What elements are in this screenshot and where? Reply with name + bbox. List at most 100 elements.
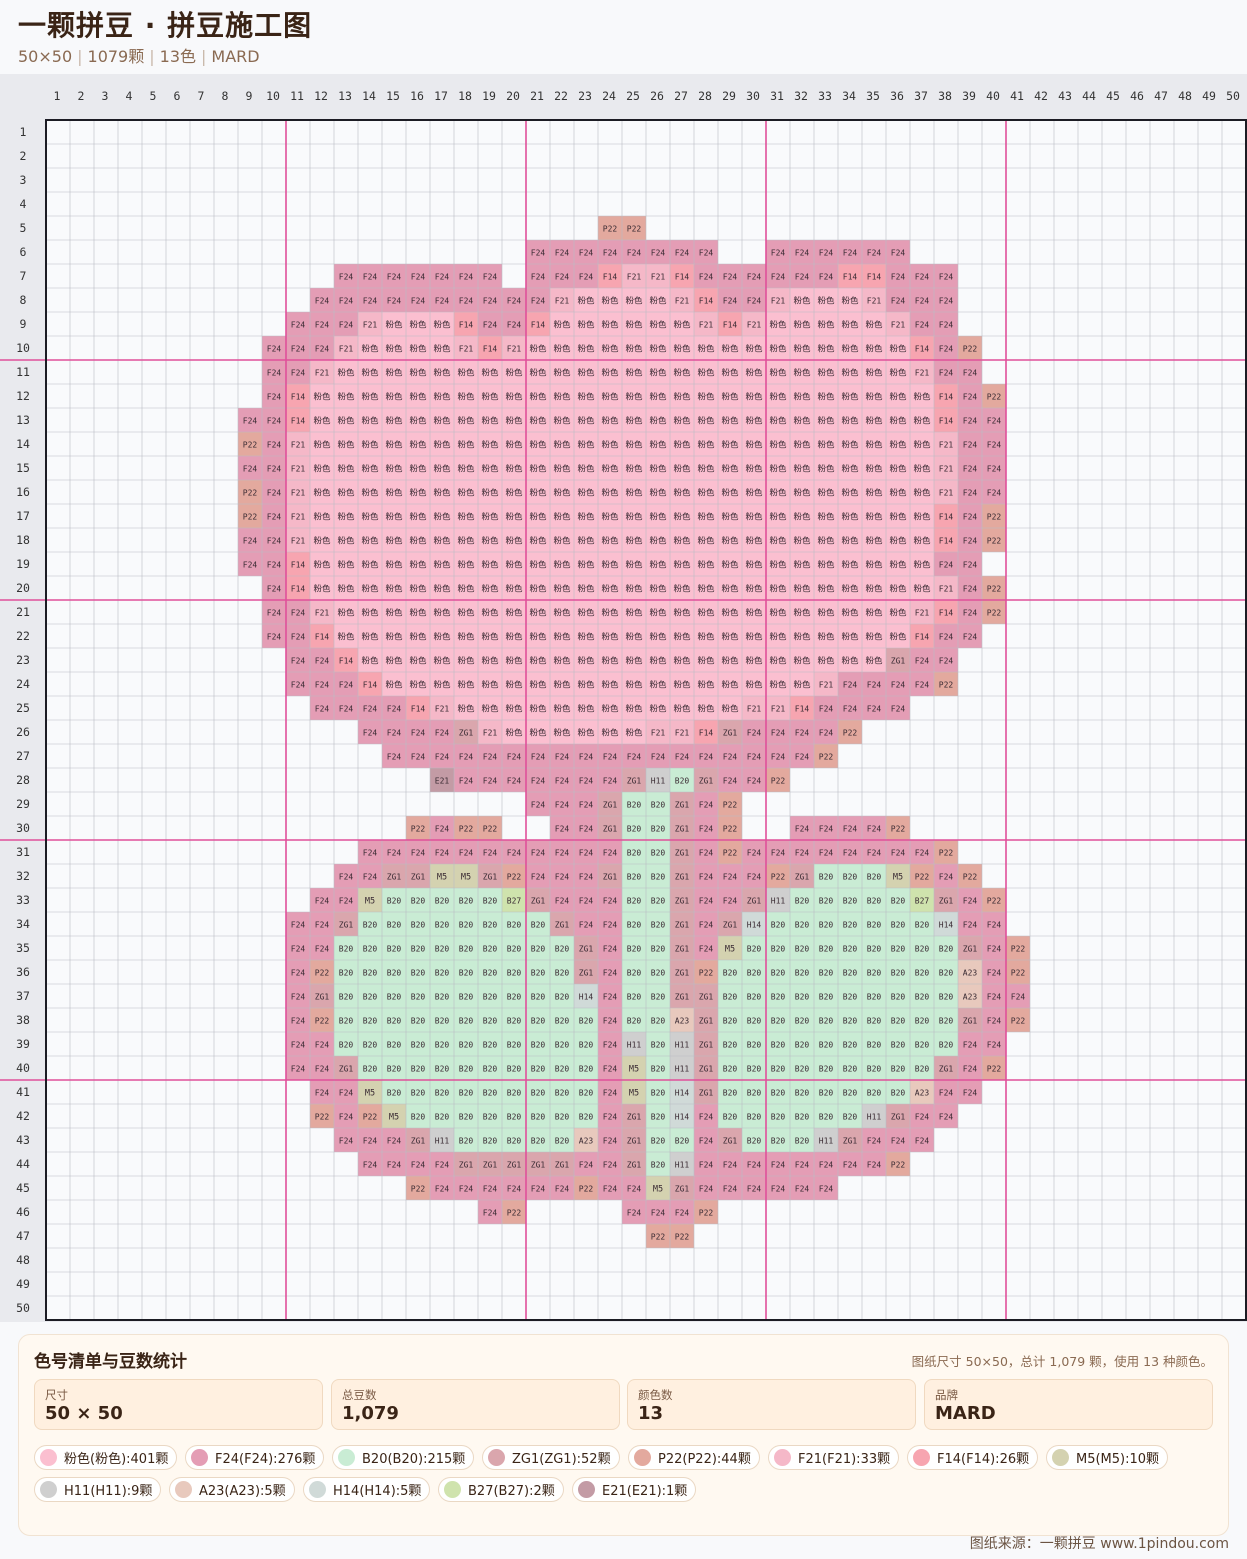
bead-code: F21 — [819, 681, 834, 690]
bead-code: F24 — [363, 273, 378, 282]
bead-code: 粉色 — [361, 608, 379, 619]
bead-code: ZG1 — [675, 825, 690, 834]
bead-code: B20 — [795, 1017, 810, 1026]
bead-code: 粉色 — [841, 656, 859, 667]
bead-code: B20 — [411, 993, 426, 1002]
bead-code: B20 — [843, 993, 858, 1002]
bead-code: 粉色 — [385, 536, 403, 547]
bead-code: F24 — [699, 1161, 714, 1170]
bead-code: F24 — [771, 1161, 786, 1170]
bead-code: B20 — [819, 873, 834, 882]
bead-code: 粉色 — [649, 440, 667, 451]
bead-code: 粉色 — [553, 632, 571, 643]
bead-code: F14 — [795, 705, 810, 714]
bead-code: F24 — [315, 297, 330, 306]
bead-code: B20 — [507, 1065, 522, 1074]
bead-code: 粉色 — [577, 680, 595, 691]
bead-code: F24 — [987, 1017, 1002, 1026]
bead-code: F21 — [675, 297, 690, 306]
bead-code: F24 — [939, 873, 954, 882]
bead-code: F24 — [555, 249, 570, 258]
bead-code: F24 — [723, 897, 738, 906]
bead-code: B20 — [483, 1041, 498, 1050]
bead-code: 粉色 — [601, 728, 619, 739]
bead-code: 粉色 — [721, 344, 739, 355]
bead-code: F24 — [603, 1113, 618, 1122]
bead-code: 粉色 — [505, 416, 523, 427]
bead-code: H11 — [435, 1137, 450, 1146]
bead-code: M5 — [365, 897, 375, 907]
row-number: 49 — [16, 1277, 30, 1291]
bead-code: F24 — [771, 249, 786, 258]
bead-code: B20 — [483, 969, 498, 978]
bead-code: B20 — [723, 1065, 738, 1074]
bead-code: B20 — [507, 1113, 522, 1122]
bead-code: F21 — [315, 369, 330, 378]
bead-code: B20 — [507, 945, 522, 954]
bead-code: F24 — [915, 273, 930, 282]
bead-code: F24 — [363, 1137, 378, 1146]
bead-code: B20 — [555, 1065, 570, 1074]
color-swatch — [444, 1481, 461, 1498]
bead-code: 粉色 — [745, 344, 763, 355]
bead-code: F24 — [747, 1185, 762, 1194]
bead-code: 粉色 — [505, 368, 523, 379]
bead-code: 粉色 — [313, 536, 331, 547]
row-number: 40 — [16, 1061, 30, 1075]
bead-code: F24 — [579, 273, 594, 282]
legend-label: B20(B20):215颗 — [362, 1452, 466, 1467]
bead-code: F24 — [363, 729, 378, 738]
bead-code: 粉色 — [913, 464, 931, 475]
bead-code: F24 — [771, 753, 786, 762]
stat-value: 13 — [638, 1403, 664, 1424]
bead-code: P22 — [243, 513, 258, 522]
row-number: 13 — [16, 413, 30, 427]
bead-code: 粉色 — [769, 320, 787, 331]
bead-code: B20 — [675, 777, 690, 786]
bead-code: 粉色 — [745, 656, 763, 667]
bead-code: 粉色 — [697, 512, 715, 523]
bead-code: P22 — [723, 801, 738, 810]
bead-code: B20 — [771, 1089, 786, 1098]
bead-code: 粉色 — [385, 632, 403, 643]
bead-code: 粉色 — [865, 536, 883, 547]
bead-code: 粉色 — [721, 608, 739, 619]
bead-code: B20 — [651, 1065, 666, 1074]
bead-code: B20 — [651, 1113, 666, 1122]
bead-code: 粉色 — [889, 488, 907, 499]
bead-code: 粉色 — [841, 344, 859, 355]
bead-code: B20 — [531, 1017, 546, 1026]
bead-code: F24 — [603, 777, 618, 786]
bead-code: F24 — [723, 273, 738, 282]
bead-code: H14 — [747, 921, 762, 930]
bead-code: 粉色 — [433, 440, 451, 451]
bead-code: 粉色 — [625, 680, 643, 691]
bead-code: 粉色 — [841, 488, 859, 499]
bead-code: F24 — [579, 777, 594, 786]
bead-code: 粉色 — [817, 416, 835, 427]
bead-code: F21 — [363, 321, 378, 330]
bead-code: B20 — [675, 1137, 690, 1146]
bead-code: ZG1 — [723, 921, 738, 930]
bead-code: F24 — [795, 753, 810, 762]
bead-code: F24 — [987, 945, 1002, 954]
bead-code: B20 — [843, 1089, 858, 1098]
bead-code: F24 — [747, 849, 762, 858]
bead-code: F21 — [291, 465, 306, 474]
bead-code: A23 — [963, 993, 978, 1002]
bead-code: F24 — [267, 609, 282, 618]
bead-code: 粉色 — [697, 464, 715, 475]
bead-code: 粉色 — [337, 632, 355, 643]
bead-code: F24 — [411, 849, 426, 858]
row-number: 18 — [16, 533, 30, 547]
row-number: 48 — [16, 1253, 30, 1267]
row-number: 37 — [16, 989, 30, 1003]
bead-code: B20 — [459, 969, 474, 978]
bead-code: 粉色 — [865, 368, 883, 379]
bead-code: H14 — [939, 921, 954, 930]
bead-code: F24 — [915, 321, 930, 330]
bead-code: 粉色 — [625, 656, 643, 667]
bead-code: 粉色 — [673, 656, 691, 667]
bead-code: F24 — [315, 897, 330, 906]
bead-code: M5 — [461, 873, 471, 883]
